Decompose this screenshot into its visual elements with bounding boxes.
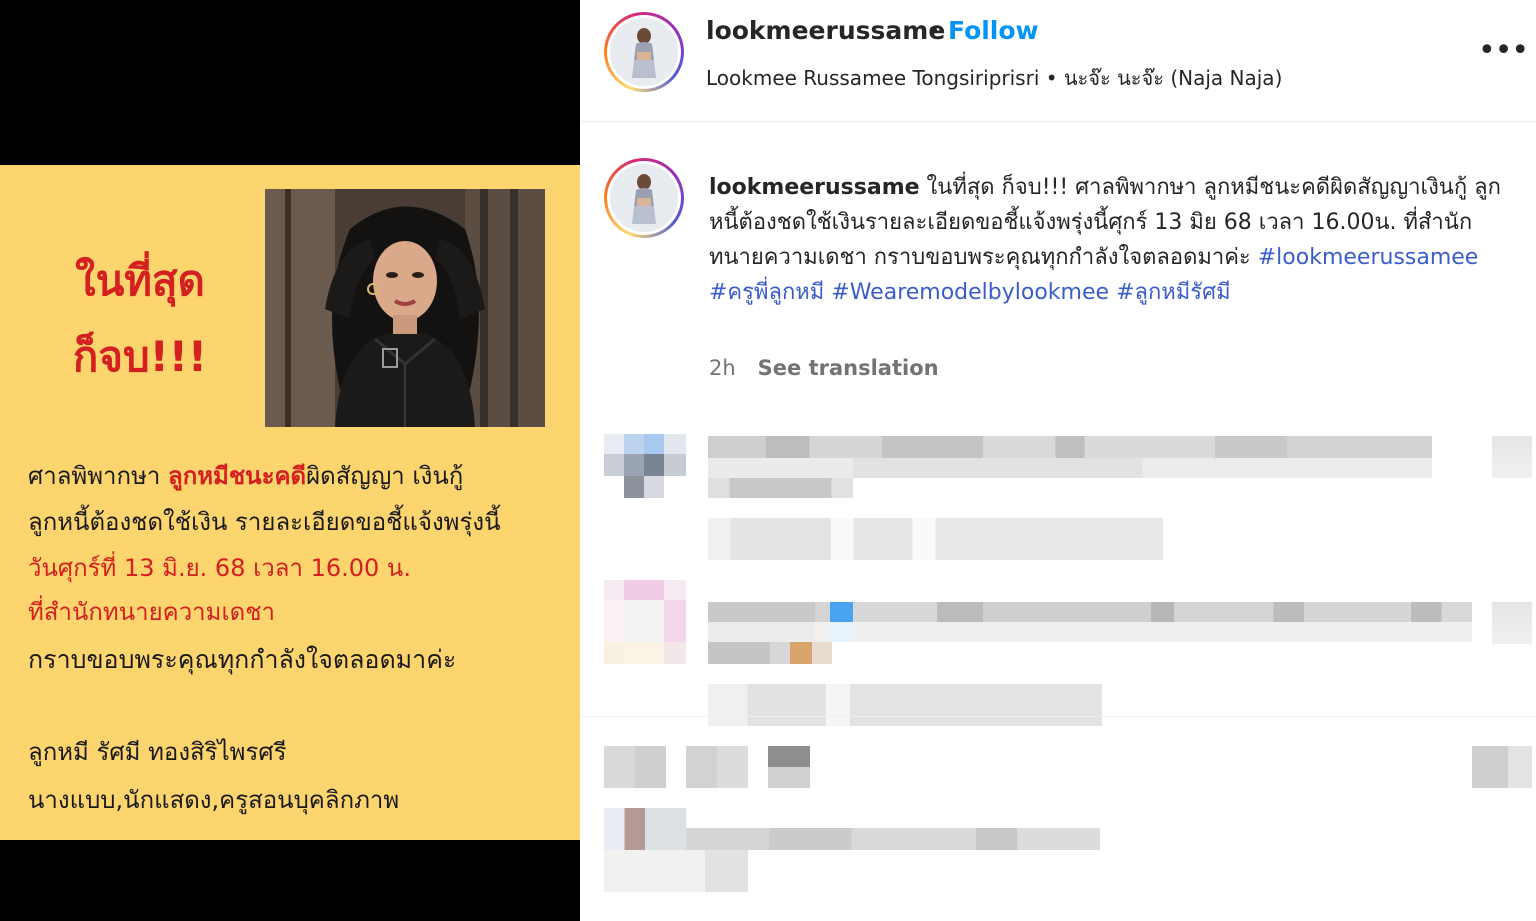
comment-text-blurred (708, 622, 1472, 642)
share-icon-blurred[interactable] (768, 746, 810, 788)
poster-line1-part1: ศาลพิพากษา (28, 462, 168, 490)
follow-button[interactable]: Follow (948, 16, 1039, 45)
comment-meta-blurred (708, 684, 1102, 726)
caption-meta: 2h See translation (709, 356, 939, 380)
post-side-panel: lookmeerussame • Follow Lookmee Russamee… (580, 0, 1536, 921)
poster-line-verdict: ศาลพิพากษา ลูกหมีชนะคดีผิดสัญญา เงินกู้ (28, 453, 463, 499)
comment-like-icon-blurred[interactable] (1492, 602, 1532, 644)
comment-text-blurred (708, 436, 1432, 458)
poster-headline-line1: ในที่สุด (75, 256, 205, 305)
poster-headline-line2: ก็จบ!!! (72, 332, 208, 381)
media-letterbox-top (0, 0, 580, 165)
actions-divider (580, 716, 1536, 717)
more-horizontal-icon[interactable]: ••• (1478, 36, 1529, 66)
save-icon-blurred[interactable] (1472, 746, 1532, 788)
media-letterbox-bottom (0, 840, 580, 921)
announcement-poster: ในที่สุด ก็จบ!!! ศาลพิพากษา ลูกหมีชนะคดี… (0, 165, 580, 840)
post-timestamp[interactable]: 2h (709, 356, 736, 380)
caption-username-link[interactable]: lookmeerussame (709, 175, 920, 200)
hashtag-link[interactable]: #ครูพี่ลูกหมี (709, 280, 824, 305)
poster-line-thanks: กราบขอบพระคุณทุกกำลังใจตลอดมาค่ะ (28, 645, 457, 674)
poster-line-date: วันศุกร์ที่ 13 มิ.ย. 68 เวลา 16.00 น. (28, 554, 411, 582)
poster-line-debtor: ลูกหนี้ต้องชดใช้เงิน รายละเอียดขอชี้แจ้ง… (28, 508, 501, 536)
poster-line1-highlight: ลูกหมีชนะคดี (168, 462, 307, 490)
comment-meta-blurred (708, 518, 1163, 560)
post-caption: lookmeerussame ในที่สุด ก็จบ!!! ศาลพิพาก… (709, 170, 1519, 310)
hashtag-link[interactable]: #Wearemodelbylookmee (831, 280, 1109, 305)
header-avatar[interactable] (604, 12, 684, 92)
likes-text-blurred (686, 828, 1100, 850)
caption-avatar[interactable] (604, 158, 684, 238)
poster-signature-role: นางแบบ,นักแสดง,ครูสอนบุคลิกภาพ (28, 786, 400, 814)
header-subtitle[interactable]: Lookmee Russamee Tongsiriprisri • นะจ๊ะ … (706, 62, 1282, 94)
hashtag-link[interactable]: #ลูกหมีรัศมี (1116, 280, 1231, 305)
poster-headline: ในที่สุด ก็จบ!!! (40, 243, 240, 395)
comment-text-blurred (708, 478, 853, 498)
poster-line1-part3: ผิดสัญญา เงินกู้ (306, 462, 464, 490)
likes-avatar-blurred (604, 808, 686, 850)
poster-signature-name: ลูกหมี รัศมี ทองสิริไพรศรี (28, 738, 287, 766)
post-media[interactable]: ในที่สุด ก็จบ!!! ศาลพิพากษา ลูกหมีชนะคดี… (0, 0, 580, 921)
comment-text-blurred (708, 642, 832, 664)
likes-text-blurred (604, 850, 748, 892)
poster-line-location: ที่สำนักทนายความเดชา (28, 598, 276, 626)
hashtag-link[interactable]: #lookmeerussamee (1258, 245, 1479, 270)
like-icon-blurred[interactable] (604, 746, 666, 788)
comment-avatar-blurred (604, 580, 686, 664)
comment-like-icon-blurred[interactable] (1492, 436, 1532, 478)
header-separator: • (926, 16, 941, 45)
header-username-link[interactable]: lookmeerussame (706, 16, 945, 45)
comment-icon-blurred[interactable] (686, 746, 748, 788)
see-translation-button[interactable]: See translation (758, 356, 939, 380)
comment-text-blurred (708, 602, 1472, 624)
poster-portrait-photo (265, 189, 545, 427)
header-divider (580, 121, 1536, 122)
comment-avatar-blurred (604, 434, 686, 498)
comment-text-blurred (708, 458, 1432, 478)
